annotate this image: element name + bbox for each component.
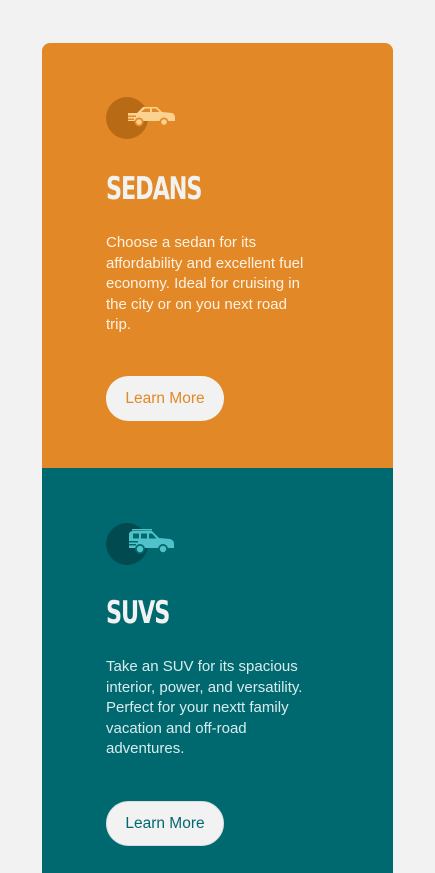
learn-more-button[interactable]: Learn More [106,801,224,846]
card-suvs: SUVs Take an SUV for its spacious interi… [42,468,393,873]
card-description: Take an SUV for its spacious interior, p… [106,658,303,757]
suv-car-icon [106,522,178,566]
page: Sedans Choose a sedan for its affordabil… [0,0,435,873]
sedan-car-icon [106,96,178,140]
card-title: Sedans [106,171,202,207]
card-title: SUVs [106,595,170,631]
learn-more-button[interactable]: Learn More [106,376,224,421]
card-stack: Sedans Choose a sedan for its affordabil… [42,43,393,873]
card-description: Choose a sedan for its affordability and… [106,234,304,333]
card-sedans: Sedans Choose a sedan for its affordabil… [42,43,393,468]
